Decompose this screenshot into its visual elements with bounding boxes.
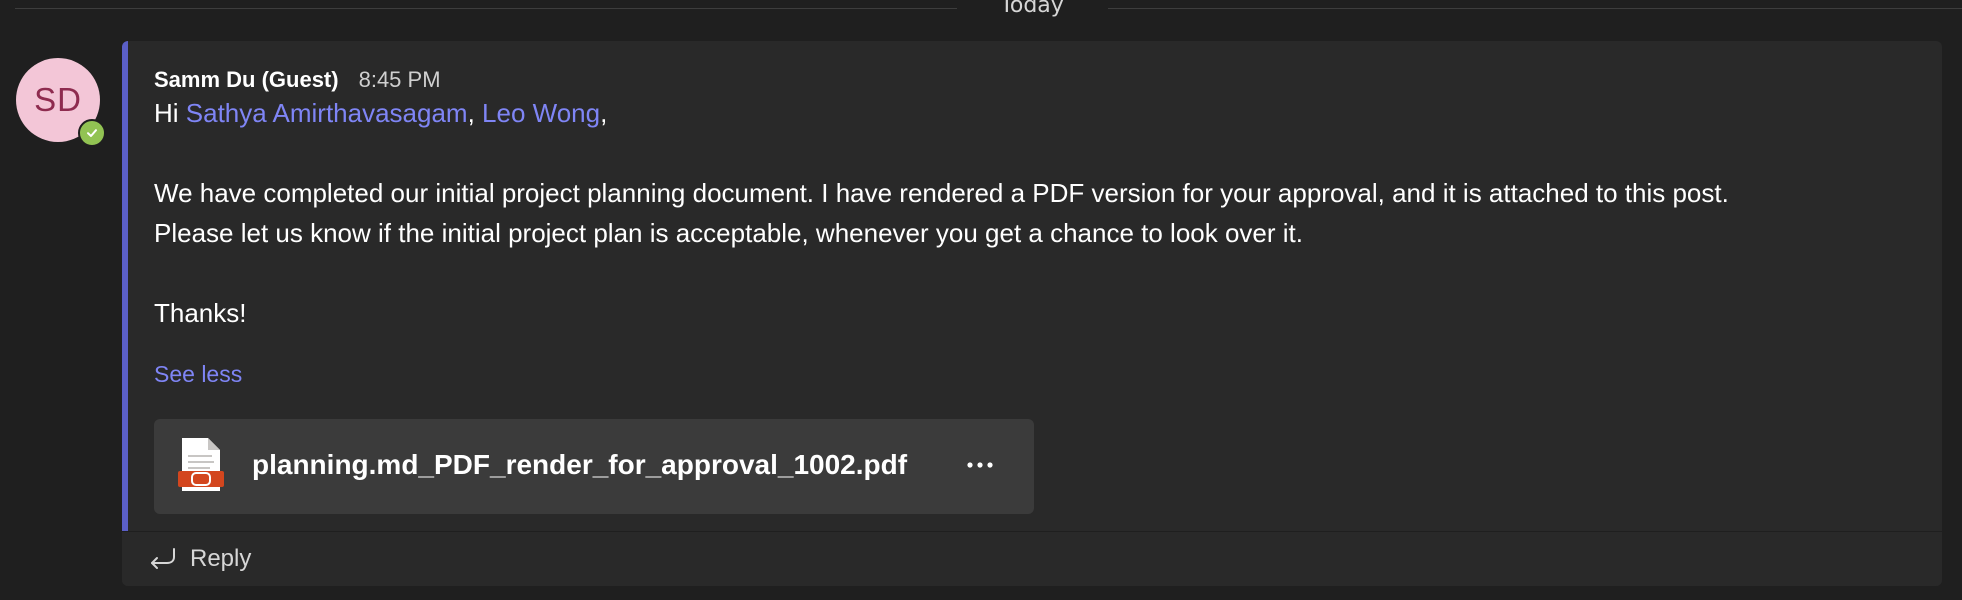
attachment-file-name[interactable]: planning.md_PDF_render_for_approval_1002…: [252, 449, 907, 481]
message-header: Samm Du (Guest) 8:45 PM: [154, 67, 441, 97]
sender-name[interactable]: Samm Du (Guest): [154, 67, 339, 93]
date-divider: Today: [0, 0, 1962, 20]
more-options-button[interactable]: [960, 445, 1000, 485]
reply-button[interactable]: Reply: [148, 542, 251, 576]
reply-arrow-icon: [151, 548, 175, 569]
reply-label: Reply: [190, 545, 252, 572]
greeting-prefix: Hi: [154, 98, 186, 128]
avatar-initials: SD: [34, 81, 82, 118]
chat-page: Today SD Samm Du (Guest) 8:45 PM Hi Sath…: [0, 0, 1962, 600]
message-paragraph-line-2: Please let us know if the initial projec…: [154, 218, 1303, 248]
message-accent-bar: [122, 41, 128, 531]
message-body: Samm Du (Guest) 8:45 PM Hi Sathya Amirth…: [154, 41, 1922, 531]
presence-available-icon: [78, 119, 106, 147]
message-card[interactable]: Samm Du (Guest) 8:45 PM Hi Sathya Amirth…: [122, 41, 1942, 586]
mention-separator: ,: [467, 98, 483, 128]
greeting-suffix: ,: [600, 98, 608, 128]
greeting-line: Hi Sathya Amirthavasagam, Leo Wong,: [154, 97, 607, 129]
message-timestamp: 8:45 PM: [358, 67, 441, 92]
divider-line-right: [1108, 8, 1962, 9]
message-signoff: Thanks!: [154, 298, 247, 328]
message-paragraph-line-1: We have completed our initial project pl…: [154, 178, 1729, 208]
mention-leo[interactable]: Leo Wong: [482, 98, 600, 128]
ellipsis-icon: [967, 462, 993, 468]
pdf-file-icon: [178, 438, 224, 491]
divider-line-left: [15, 8, 957, 9]
checkmark-icon: [87, 129, 97, 137]
mention-sathya[interactable]: Sathya Amirthavasagam: [186, 98, 468, 128]
file-attachment[interactable]: planning.md_PDF_render_for_approval_1002…: [154, 419, 1034, 514]
reply-bar: Reply: [122, 532, 1942, 586]
date-divider-label: Today: [1000, 0, 1064, 18]
see-less-link[interactable]: See less: [154, 361, 242, 388]
